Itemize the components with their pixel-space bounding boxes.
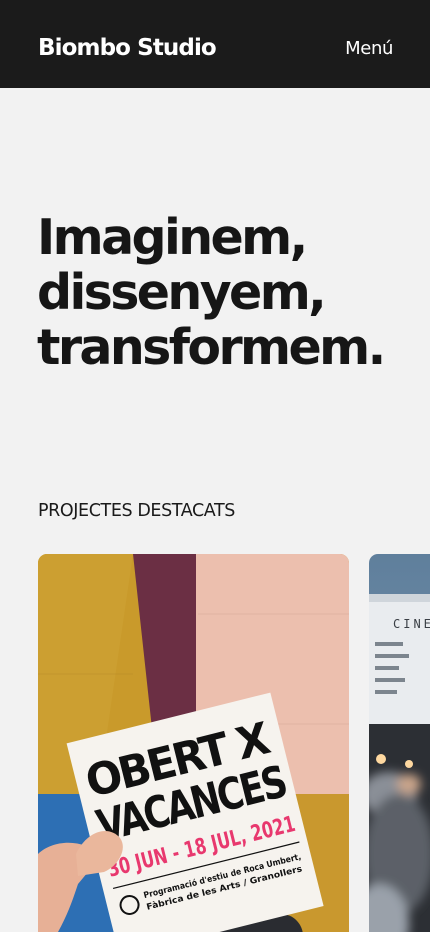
hero-line-1: Imaginem, bbox=[37, 209, 308, 266]
cinema-sign: CINEMA bbox=[393, 617, 430, 631]
featured-projects-heading: PROJECTES DESTACATS bbox=[38, 501, 236, 521]
menu-button[interactable]: Menú bbox=[345, 35, 393, 63]
project-card-obert-x-vacances[interactable]: OBERT X VACANCES 30 JUN - 18 JUL, 2021 P… bbox=[38, 554, 349, 932]
hero-headline: Imaginem, dissenyem, transformem. bbox=[37, 209, 386, 376]
hero-line-2: dissenyem, bbox=[37, 264, 327, 321]
project-image-cinema: CINEMA bbox=[369, 554, 430, 932]
hero-line-3: transformem. bbox=[37, 319, 386, 376]
site-header: Biombo Studio Menú bbox=[0, 0, 430, 88]
project-image-poster: OBERT X VACANCES 30 JUN - 18 JUL, 2021 P… bbox=[38, 554, 349, 932]
site-logo[interactable]: Biombo Studio bbox=[38, 31, 217, 65]
featured-projects-carousel[interactable]: OBERT X VACANCES 30 JUN - 18 JUL, 2021 P… bbox=[38, 554, 430, 932]
project-card-cinema[interactable]: CINEMA bbox=[369, 554, 430, 932]
